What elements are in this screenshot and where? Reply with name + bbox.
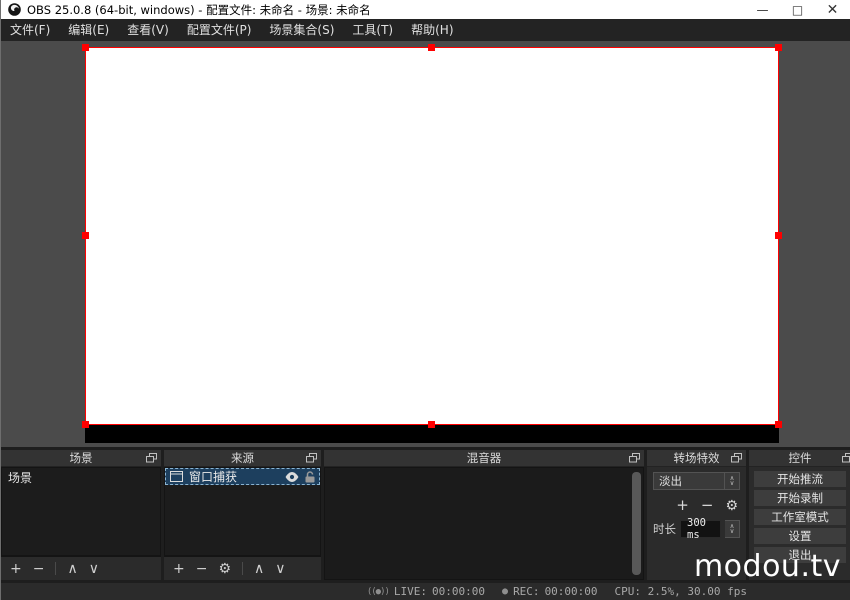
rec-label: REC: xyxy=(513,585,540,598)
remove-transition-button[interactable]: − xyxy=(701,498,714,513)
mixer-dock-icon[interactable] xyxy=(629,453,640,463)
program-canvas[interactable] xyxy=(85,47,779,443)
remove-scene-button[interactable]: − xyxy=(33,562,45,576)
minimize-button[interactable]: — xyxy=(745,0,780,19)
transition-actions: + − ⚙ xyxy=(653,498,738,513)
source-properties-button[interactable]: ⚙ xyxy=(218,562,231,576)
add-scene-button[interactable]: + xyxy=(10,562,22,576)
settings-button[interactable]: 设置 xyxy=(754,528,846,544)
selected-source-region[interactable] xyxy=(85,47,779,425)
remove-source-button[interactable]: − xyxy=(196,562,208,576)
mixer-panel-header[interactable]: 混音器 xyxy=(324,450,644,467)
scenes-panel-title: 场景 xyxy=(70,450,93,466)
menubar: 文件(F) 编辑(E) 查看(V) 配置文件(P) 场景集合(S) 工具(T) … xyxy=(1,19,850,41)
toolbar-divider xyxy=(55,562,56,575)
lock-icon[interactable] xyxy=(305,471,315,483)
scene-list-item[interactable]: 场景 xyxy=(2,468,160,487)
live-time: 00:00:00 xyxy=(432,585,485,598)
sources-panel: 来源 窗口捕获 xyxy=(164,450,321,580)
resize-handle-bottom-center[interactable] xyxy=(428,421,435,428)
controls-panel-title: 控件 xyxy=(789,450,812,466)
menu-file[interactable]: 文件(F) xyxy=(1,19,59,41)
scene-up-button[interactable]: ∧ xyxy=(67,562,77,576)
live-signal-icon: ((●)) xyxy=(367,587,389,597)
source-item-label: 窗口捕获 xyxy=(189,468,279,485)
transitions-panel-title: 转场特效 xyxy=(674,450,720,466)
close-button[interactable]: ✕ xyxy=(815,0,850,19)
transition-select[interactable]: 淡出 ∧ ∨ xyxy=(653,472,740,490)
transition-select-arrows-icon[interactable]: ∧ ∨ xyxy=(724,473,739,489)
transitions-dock-icon[interactable] xyxy=(731,453,742,463)
start-streaming-button[interactable]: 开始推流 xyxy=(754,471,846,487)
cpu-fps-status: CPU: 2.5%, 30.00 fps xyxy=(615,585,747,598)
start-recording-button[interactable]: 开始录制 xyxy=(754,490,846,506)
duration-label: 时长 xyxy=(653,521,676,537)
maximize-button[interactable]: □ xyxy=(780,0,815,19)
toolbar-divider xyxy=(242,562,243,575)
visibility-eye-icon[interactable] xyxy=(285,472,299,482)
sources-list[interactable]: 窗口捕获 xyxy=(164,467,321,556)
duration-spinner[interactable]: ∧ ∨ xyxy=(725,520,740,538)
scenes-list[interactable]: 场景 xyxy=(1,467,161,556)
preview-area[interactable] xyxy=(1,41,850,447)
rec-time: 00:00:00 xyxy=(545,585,598,598)
menu-scene-collection[interactable]: 场景集合(S) xyxy=(260,19,343,41)
menu-edit[interactable]: 编辑(E) xyxy=(59,19,118,41)
add-source-button[interactable]: + xyxy=(173,562,185,576)
resize-handle-mid-right[interactable] xyxy=(775,232,782,239)
source-list-item[interactable]: 窗口捕获 xyxy=(165,468,320,485)
resize-handle-bottom-left[interactable] xyxy=(82,421,89,428)
source-down-button[interactable]: ∨ xyxy=(275,562,285,576)
menu-help[interactable]: 帮助(H) xyxy=(402,19,462,41)
scene-down-button[interactable]: ∨ xyxy=(89,562,99,576)
duration-input[interactable]: 300 ms xyxy=(680,520,721,538)
add-transition-button[interactable]: + xyxy=(676,498,689,513)
statusbar: ((●)) LIVE: 00:00:00 ● REC: 00:00:00 CPU… xyxy=(1,583,850,600)
window-controls: — □ ✕ xyxy=(745,0,850,19)
source-up-button[interactable]: ∧ xyxy=(254,562,264,576)
watermark-text: modou.tv xyxy=(694,549,841,584)
menu-profile[interactable]: 配置文件(P) xyxy=(178,19,261,41)
obs-window: OBS 25.0.8 (64-bit, windows) - 配置文件: 未命名… xyxy=(0,0,850,600)
transition-properties-button[interactable]: ⚙ xyxy=(725,499,738,513)
transition-duration-row: 时长 300 ms ∧ ∨ xyxy=(653,520,740,538)
studio-mode-button[interactable]: 工作室模式 xyxy=(754,509,846,525)
window-title: OBS 25.0.8 (64-bit, windows) - 配置文件: 未命名… xyxy=(27,2,371,18)
scenes-toolbar: + − ∧ ∨ xyxy=(1,556,161,580)
controls-dock-icon[interactable] xyxy=(842,453,850,463)
sources-panel-title: 来源 xyxy=(231,450,254,466)
resize-handle-mid-left[interactable] xyxy=(82,232,89,239)
menu-view[interactable]: 查看(V) xyxy=(118,19,178,41)
sources-dock-icon[interactable] xyxy=(306,453,317,463)
titlebar: OBS 25.0.8 (64-bit, windows) - 配置文件: 未命名… xyxy=(1,0,850,19)
rec-dot-icon: ● xyxy=(502,586,508,597)
live-label: LIVE: xyxy=(394,585,427,598)
transition-selected-value: 淡出 xyxy=(654,473,724,489)
controls-panel-header[interactable]: 控件 xyxy=(749,450,850,467)
mixer-panel-title: 混音器 xyxy=(467,450,502,466)
scenes-panel-header[interactable]: 场景 xyxy=(1,450,161,467)
menu-tools[interactable]: 工具(T) xyxy=(343,19,402,41)
transitions-panel-header[interactable]: 转场特效 xyxy=(647,450,746,467)
mixer-scrollbar[interactable] xyxy=(632,472,641,575)
scenes-panel: 场景 场景 + − ∧ ∨ xyxy=(1,450,161,580)
mixer-panel: 混音器 xyxy=(324,450,644,580)
obs-logo-icon xyxy=(8,3,21,16)
resize-handle-bottom-right[interactable] xyxy=(775,421,782,428)
rec-status: ● REC: 00:00:00 xyxy=(502,585,598,598)
resize-handle-top-center[interactable] xyxy=(428,44,435,51)
mixer-body xyxy=(324,467,644,580)
sources-toolbar: + − ⚙ ∧ ∨ xyxy=(164,556,321,580)
resize-handle-top-right[interactable] xyxy=(775,44,782,51)
live-status: ((●)) LIVE: 00:00:00 xyxy=(367,585,485,598)
window-capture-icon xyxy=(170,471,183,482)
resize-handle-top-left[interactable] xyxy=(82,44,89,51)
sources-panel-header[interactable]: 来源 xyxy=(164,450,321,467)
scenes-dock-icon[interactable] xyxy=(146,453,157,463)
